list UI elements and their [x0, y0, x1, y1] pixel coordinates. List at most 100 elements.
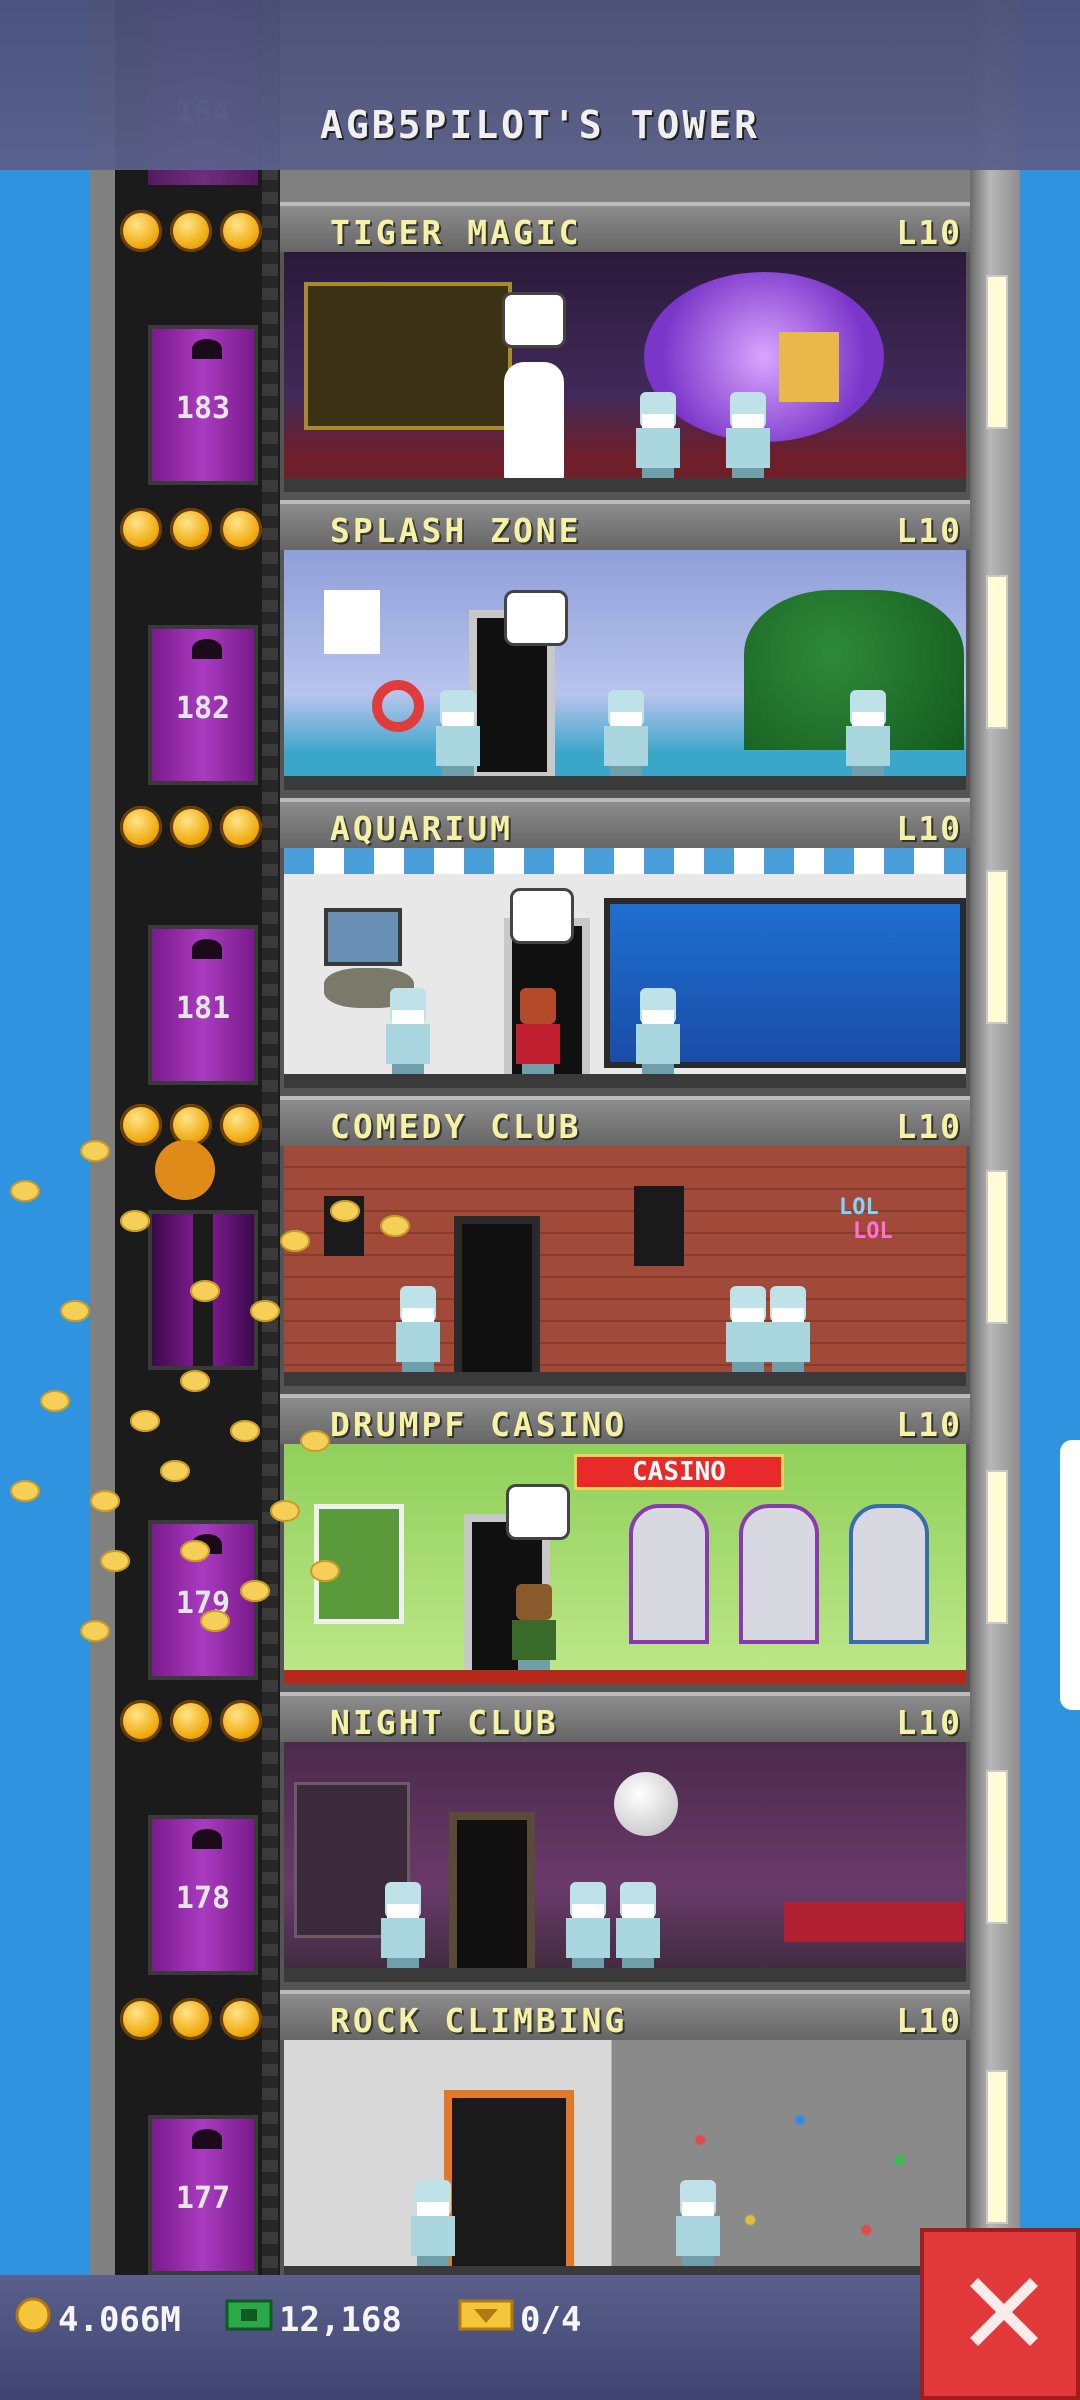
- character[interactable]: [764, 1286, 812, 1374]
- coin-icon: [100, 1550, 130, 1572]
- close-button[interactable]: [920, 2228, 1080, 2400]
- floor-comedy-club[interactable]: COMEDY CLUB L10 LOL LOL: [280, 1096, 970, 1394]
- character[interactable]: [379, 1882, 427, 1970]
- room-floor: [284, 776, 966, 790]
- floor-level: L10: [896, 1405, 962, 1444]
- cloud: [1060, 1440, 1080, 1710]
- character[interactable]: [409, 2180, 457, 2268]
- close-icon: [970, 2278, 1038, 2346]
- elevator-floor-183[interactable]: 183: [148, 325, 258, 485]
- star-icon: [170, 210, 212, 252]
- room-floor: [284, 1968, 966, 1982]
- vip-sofa: [784, 1902, 964, 1942]
- wall-picture: [324, 908, 402, 966]
- elevator-floor-178[interactable]: 178: [148, 1815, 258, 1975]
- floor-tiger-magic[interactable]: TIGER MAGIC L10: [280, 202, 970, 500]
- floor-header: AQUARIUM L10: [280, 798, 970, 848]
- star-icon: [170, 508, 212, 550]
- room: [284, 1742, 966, 1982]
- star-icon: [170, 1700, 212, 1742]
- floor-level: L10: [896, 213, 962, 252]
- floor-header: SPLASH ZONE L10: [280, 500, 970, 550]
- wall-light: [986, 870, 1008, 1024]
- door: [444, 2090, 574, 2280]
- coin-icon: [120, 1210, 150, 1232]
- elevator-floor-181[interactable]: 181: [148, 925, 258, 1085]
- bat-decoration: [192, 2129, 222, 2149]
- snowman-character[interactable]: [504, 362, 564, 482]
- character[interactable]: [514, 988, 562, 1076]
- floor-level: L10: [896, 809, 962, 848]
- character[interactable]: [602, 690, 650, 778]
- bux-stat[interactable]: 12,168: [225, 2295, 402, 2345]
- floor-name: TIGER MAGIC: [330, 213, 582, 252]
- coin-icon: [180, 1540, 210, 1562]
- floor-name: AQUARIUM: [330, 809, 513, 848]
- wall-frames: [304, 282, 512, 430]
- casino-sign: CASINO: [574, 1454, 784, 1490]
- room-floor: [284, 1074, 966, 1088]
- star-icon: [120, 508, 162, 550]
- slot-machine: [739, 1504, 819, 1644]
- floor-number: 178: [175, 1881, 231, 1916]
- character[interactable]: [634, 988, 682, 1076]
- character[interactable]: [724, 392, 772, 480]
- coin-icon: [60, 1300, 90, 1322]
- character[interactable]: [634, 392, 682, 480]
- coin-icon: [280, 1230, 310, 1252]
- coin-icon: [230, 1420, 260, 1442]
- lol-sign-line: LOL: [853, 1219, 893, 1244]
- floor-level: L10: [896, 511, 962, 550]
- character[interactable]: [434, 690, 482, 778]
- speech-bubble[interactable]: [506, 1484, 570, 1540]
- bat-decoration: [192, 339, 222, 359]
- coin-icon: [130, 1410, 160, 1432]
- elevator-floor-177[interactable]: 177: [148, 2115, 258, 2275]
- star-icon: [220, 1104, 262, 1146]
- floor-number: 183: [175, 391, 231, 426]
- character[interactable]: [510, 1584, 558, 1672]
- character[interactable]: [394, 1286, 442, 1374]
- floor-stars: [120, 508, 280, 556]
- floor-name: SPLASH ZONE: [330, 511, 582, 550]
- coin-icon: [180, 1370, 210, 1392]
- coin-icon: [80, 1620, 110, 1642]
- speech-bubble[interactable]: [510, 888, 574, 944]
- floor-night-club[interactable]: NIGHT CLUB L10: [280, 1692, 970, 1990]
- floor-name: COMEDY CLUB: [330, 1107, 582, 1146]
- character[interactable]: [674, 2180, 722, 2268]
- speech-bubble[interactable]: [502, 292, 566, 348]
- tickets-stat[interactable]: 0/4: [458, 2295, 581, 2345]
- floor-splash-zone[interactable]: SPLASH ZONE L10: [280, 500, 970, 798]
- coins-stat[interactable]: 4.066M: [14, 2295, 181, 2345]
- floor-aquarium[interactable]: AQUARIUM L10: [280, 798, 970, 1096]
- wall-light: [986, 275, 1008, 429]
- coin-icon: [330, 1200, 360, 1222]
- floor-drumpf-casino[interactable]: DRUMPF CASINO L10 CASINO: [280, 1394, 970, 1692]
- room-floor: [284, 1372, 966, 1386]
- character[interactable]: [614, 1882, 662, 1970]
- bat-decoration: [192, 939, 222, 959]
- character[interactable]: [384, 988, 432, 1076]
- speech-bubble[interactable]: [504, 590, 568, 646]
- slot-machine: [849, 1504, 929, 1644]
- coin-icon: [310, 1560, 340, 1582]
- character[interactable]: [844, 690, 892, 778]
- wall-sign: [324, 590, 380, 654]
- room: [284, 252, 966, 492]
- star-icon: [120, 1998, 162, 2040]
- lol-sign-line: LOL: [839, 1195, 879, 1220]
- door: [449, 1812, 535, 1982]
- ticket-icon: [458, 2297, 514, 2347]
- star-icon: [220, 210, 262, 252]
- room: [284, 550, 966, 790]
- star-icon: [220, 508, 262, 550]
- floor-header: ROCK CLIMBING L10: [280, 1990, 970, 2040]
- coin-icon: [14, 2296, 52, 2348]
- character[interactable]: [564, 1882, 612, 1970]
- floor-number: 181: [175, 991, 231, 1026]
- wall-light: [986, 2070, 1008, 2224]
- floor-rock-climbing[interactable]: ROCK CLIMBING L10: [280, 1990, 970, 2288]
- room-floor: [284, 1670, 966, 1684]
- elevator-floor-182[interactable]: 182: [148, 625, 258, 785]
